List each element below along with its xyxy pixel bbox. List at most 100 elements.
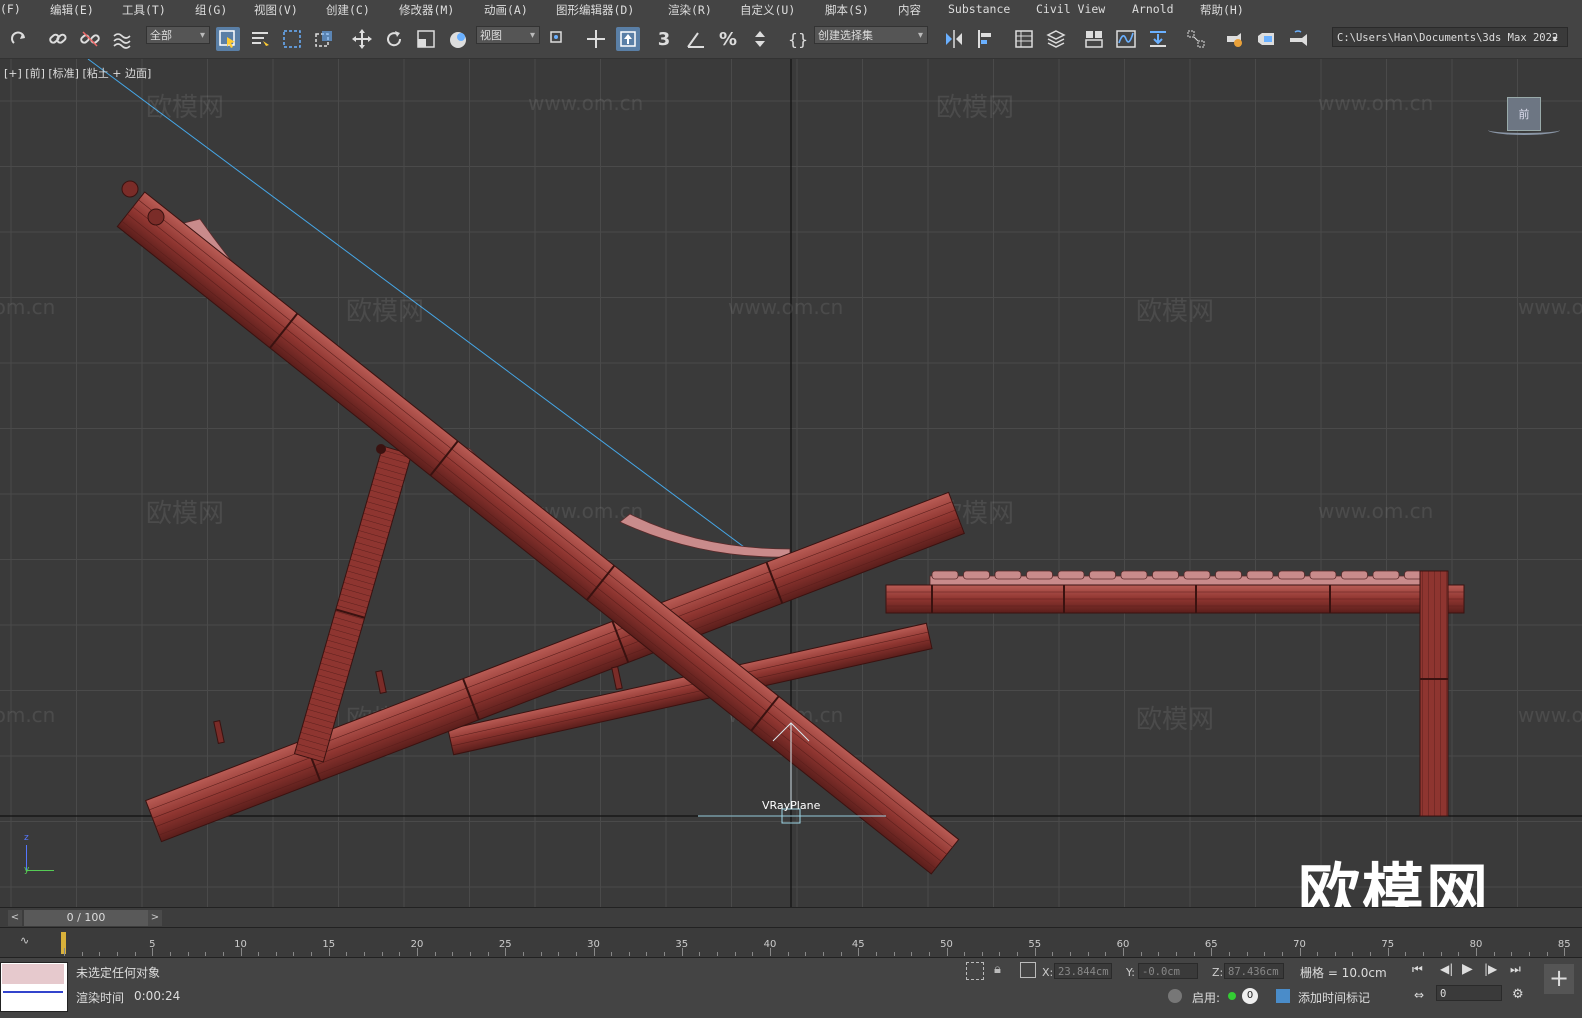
schematic-view-icon[interactable] [1146,27,1170,51]
rect-selection-region-icon[interactable] [280,27,304,51]
maxscript-input-area[interactable] [2,964,64,984]
ruler-tick [435,952,436,956]
seat-slats[interactable] [930,571,1431,585]
seat-slat [1121,571,1147,579]
rotate-icon[interactable] [382,27,406,51]
material-editor-icon[interactable] [1184,27,1208,51]
menu-animation[interactable]: 动画(A) [484,2,528,18]
percent-snap-icon[interactable]: % [716,27,740,51]
y-coord-field[interactable]: -0.0cm [1138,963,1198,979]
prev-frame-icon[interactable]: < [8,910,22,926]
next-frame-icon[interactable]: > [148,910,162,926]
seat-rail[interactable] [886,585,1464,613]
menu-group[interactable]: 组(G) [195,2,227,18]
ruler-tick [1247,952,1248,956]
menu-modifiers[interactable]: 修改器(M) [399,2,454,18]
add-viewport-icon[interactable]: + [1544,964,1574,994]
edit-named-selection-icon[interactable]: {} [786,27,810,51]
goto-start-icon[interactable]: ⏮ [1412,962,1423,977]
pivot-center-icon[interactable] [546,27,570,51]
menu-arnold[interactable]: Arnold [1132,2,1174,16]
time-tag-icon[interactable] [1276,989,1290,1003]
seat-slat [1373,571,1399,579]
menu-scripting[interactable]: 脚本(S) [825,2,869,18]
ruler-tick [1441,952,1442,956]
selection-lock-icon[interactable]: 🔒︎ [994,962,1001,977]
ruler-tick-label: 55 [1028,939,1041,950]
mirror-icon[interactable] [942,27,966,51]
front-leg[interactable] [1420,571,1448,816]
window-crossing-icon[interactable] [312,27,336,51]
path-dropdown-icon[interactable]: ▾ [1548,27,1562,51]
ruler-tick [1141,952,1142,956]
z-coord-field[interactable]: 87.436cm [1224,963,1284,979]
reference-coordinate-dropdown[interactable]: 视图 [476,26,540,44]
scale-icon[interactable] [414,27,438,51]
ruler-tick [964,952,965,956]
project-path-field[interactable]: C:\Users\Han\Documents\3ds Max 2022 [1332,27,1568,47]
ruler-tick [346,952,347,956]
goto-end-icon[interactable]: ⏭ [1510,962,1521,977]
move-icon[interactable] [350,27,374,51]
menu-graph-editors[interactable]: 图形编辑器(D) [556,2,634,18]
front-viewport[interactable]: 欧模网 www.om.cn 欧模网 www.om.cn www.om.cn 欧模… [0,59,1582,907]
time-config-icon[interactable]: ⚙ [1512,987,1524,1002]
layer-explorer-icon[interactable] [1044,27,1068,51]
isolate-selection-icon[interactable] [966,962,984,980]
align-icon[interactable] [974,27,998,51]
render-setup-icon[interactable] [1222,27,1246,51]
selection-filter-dropdown[interactable]: 全部 [146,26,210,44]
spinner-snap-icon[interactable] [748,27,772,51]
scene-explorer-icon[interactable] [1012,27,1036,51]
prev-key-icon[interactable]: ◀︎| [1440,962,1453,976]
menu-customize[interactable]: 自定义(U) [740,2,795,18]
menu-edit[interactable]: 编辑(E) [50,2,94,18]
bind-space-warp-icon[interactable] [110,27,134,51]
key-mode-icon[interactable]: ⇔ [1414,988,1424,1002]
play-icon[interactable]: ▶︎ [1462,961,1473,977]
viewcube-compass-ring[interactable] [1488,125,1560,135]
menu-substance[interactable]: Substance [948,2,1010,16]
unlink-icon[interactable] [78,27,102,51]
angle-snap-icon[interactable] [684,27,708,51]
sling-fabric-mid[interactable] [620,514,790,557]
time-slider[interactable]: 0 / 100 [24,910,148,926]
deck-chair-model[interactable] [0,59,1582,907]
seat-slat [1027,571,1053,579]
place-icon[interactable] [446,27,470,51]
named-selection-set-dropdown[interactable]: 创建选择集 [814,26,928,44]
add-time-tag-button[interactable]: 添加时间标记 [1298,989,1370,1006]
keyboard-shortcut-override-icon[interactable] [616,27,640,51]
select-manipulate-icon[interactable] [584,27,608,51]
select-object-icon[interactable] [216,27,240,51]
menu-rendering[interactable]: 渲染(R) [668,2,712,18]
ruler-tick [646,952,647,956]
toggle-ribbon-icon[interactable] [1082,27,1106,51]
x-coord-field[interactable]: 23.844cm [1054,963,1112,979]
viewport-label[interactable]: [+] [前] [标准] [粘土 + 边面] [4,65,151,81]
ruler-tick [1511,952,1512,956]
menu-create[interactable]: 创建(C) [326,2,370,18]
track-bar[interactable]: ∿ 510152025303540455055606570758085 [0,927,1582,958]
select-by-name-icon[interactable] [248,27,272,51]
rendered-frame-window-icon[interactable] [1254,27,1278,51]
redo-icon[interactable] [8,27,32,51]
link-icon[interactable] [46,27,70,51]
absolute-mode-icon[interactable] [1020,962,1036,978]
adaptive-degradation-icon[interactable] [1168,989,1182,1003]
ruler-tick [664,952,665,956]
next-key-icon[interactable]: |▶︎ [1484,962,1497,976]
menu-file[interactable]: (F) [0,2,21,16]
ruler-tick-label: 10 [234,939,247,950]
menu-tools[interactable]: 工具(T) [122,2,166,18]
curve-editor-mini-icon[interactable]: ∿ [20,934,29,947]
menu-content[interactable]: 内容 [898,2,921,18]
current-frame-field[interactable]: 0 [1436,985,1502,1001]
menu-civil-view[interactable]: Civil View [1036,2,1105,16]
render-production-icon[interactable] [1286,27,1310,51]
curve-editor-icon[interactable] [1114,27,1138,51]
maxscript-listener-mini[interactable] [0,962,68,1012]
menu-views[interactable]: 视图(V) [254,2,298,18]
snaps-toggle-icon[interactable]: 3 [652,27,676,51]
menu-help[interactable]: 帮助(H) [1200,2,1244,18]
